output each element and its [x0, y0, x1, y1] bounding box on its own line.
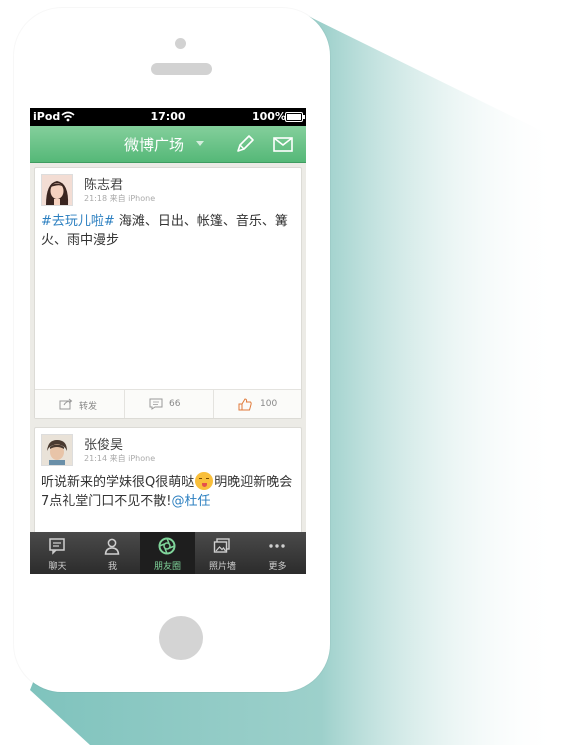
front-camera: [175, 38, 186, 49]
tab-photo-wall[interactable]: 照片墙: [195, 532, 250, 574]
aperture-icon: [158, 537, 176, 555]
feed-list[interactable]: 陈志君 21:18 来自 iPhone #去玩儿啦# 海滩、日出、帐篷、音乐、篝…: [30, 163, 306, 532]
post-author[interactable]: 张俊昊: [84, 434, 123, 453]
thumbs-up-icon: [238, 398, 252, 411]
tab-bar: 聊天 我 朋友圈 照片墙 更多: [30, 532, 306, 574]
post-text: #去玩儿啦# 海滩、日出、帐篷、音乐、篝火、雨中漫步: [41, 212, 297, 250]
post-body: 听说新来的学妹很Q很萌哒: [41, 475, 195, 490]
status-bar: iPod 17:00 100%: [30, 108, 306, 126]
tab-moments[interactable]: 朋友圈: [140, 532, 195, 574]
tab-more[interactable]: 更多: [250, 532, 305, 574]
person-icon: [104, 538, 120, 555]
compose-pencil-icon[interactable]: [234, 133, 256, 155]
avatar-portrait-icon: [42, 175, 72, 205]
tab-label: 朋友圈: [153, 562, 181, 572]
post-text: 听说新来的学妹很Q很萌哒 明晚迎新晚会7点礼堂门口不见不散!@杜任: [41, 472, 297, 511]
photos-icon: [213, 538, 230, 553]
like-button[interactable]: 100: [213, 390, 302, 418]
tongue-emoji-icon: [195, 472, 214, 490]
hashtag-link[interactable]: #去玩儿啦#: [41, 214, 115, 229]
avatar[interactable]: [41, 434, 73, 466]
like-count: 100: [260, 399, 278, 409]
dropdown-caret-icon[interactable]: [196, 141, 204, 146]
tab-me[interactable]: 我: [85, 532, 140, 574]
tab-chat[interactable]: 聊天: [30, 532, 85, 574]
share-icon: [59, 398, 73, 410]
repost-button[interactable]: 转发: [35, 390, 123, 418]
post-card[interactable]: 张俊昊 21:14 来自 iPhone 听说新来的学妹很Q很萌哒 明晚迎新晚会7点…: [34, 427, 302, 532]
post-author[interactable]: 陈志君: [84, 174, 123, 193]
post-card[interactable]: 陈志君 21:18 来自 iPhone #去玩儿啦# 海滩、日出、帐篷、音乐、篝…: [34, 167, 302, 419]
tab-label: 照片墙: [208, 562, 236, 572]
tab-label: 聊天: [48, 562, 67, 572]
battery-icon: [285, 112, 305, 122]
post-meta: 21:18 来自 iPhone: [84, 194, 156, 203]
more-dots-icon: [269, 544, 285, 548]
mention-link[interactable]: @杜任: [171, 494, 210, 509]
tab-label: 我: [107, 562, 117, 572]
mail-icon[interactable]: [271, 133, 295, 155]
comment-button[interactable]: 66: [124, 390, 213, 418]
speaker-grille: [151, 63, 212, 75]
battery-percent: 100%: [252, 110, 286, 123]
home-button[interactable]: [159, 616, 203, 660]
comment-icon: [149, 398, 163, 410]
chat-icon: [49, 538, 65, 555]
avatar[interactable]: [41, 174, 73, 206]
post-actions: 转发 66 100: [35, 389, 301, 418]
tab-label: 更多: [268, 562, 287, 572]
post-meta: 21:14 来自 iPhone: [84, 454, 156, 463]
nav-bar: 微博广场: [30, 126, 306, 163]
phone-screen: iPod 17:00 100% 微博广场 陈志君 21:18 来自 iPhone…: [30, 108, 306, 574]
comment-count: 66: [169, 399, 181, 409]
nav-title[interactable]: 微博广场: [124, 134, 184, 155]
avatar-portrait-icon: [42, 435, 72, 465]
repost-label: 转发: [79, 402, 98, 412]
